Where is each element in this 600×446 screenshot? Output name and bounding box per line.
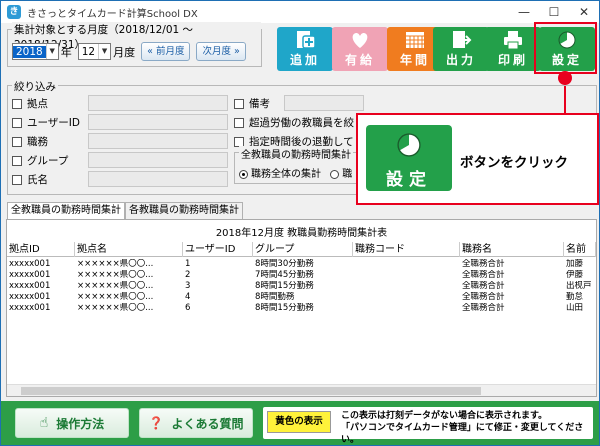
- filter-legend: 絞り込み: [12, 79, 58, 94]
- hand-pointer-icon: ☝: [39, 415, 49, 431]
- checkbox[interactable]: [12, 174, 22, 185]
- legend-note: この表示は打刻データがない場合に表示されます。 「パソコンでタイムカード管理」に…: [341, 411, 584, 445]
- filter-row-userid[interactable]: ユーザーID: [12, 115, 80, 130]
- period-group: 集計対象とする月度（2018/12/01 〜 2018/12/31） 2018 …: [7, 22, 262, 67]
- chevron-down-icon: ▼: [98, 44, 110, 59]
- table-row[interactable]: xxxxx001 ××××××県〇〇... 4 8時間勤務 全職務合計 勤怠: [7, 292, 596, 302]
- app-icon: き: [7, 5, 21, 19]
- checkbox[interactable]: [12, 136, 22, 147]
- table-header: 拠点ID 拠点名 ユーザーID グループ 職務コード 職務名 名前: [7, 242, 596, 257]
- filter-row-remarks[interactable]: 備考: [234, 96, 270, 111]
- column-header[interactable]: 拠点ID: [7, 242, 75, 257]
- table-row[interactable]: xxxxx001 ××××××県〇〇... 3 8時間15分勤務 全職務合計 出枧戸: [7, 281, 596, 291]
- filter-row-name[interactable]: 氏名: [12, 172, 48, 187]
- how-to-button[interactable]: ☝ 操作方法: [15, 408, 129, 438]
- filter-group-field[interactable]: [88, 152, 228, 168]
- add-button[interactable]: 追加: [277, 27, 333, 71]
- export-icon: [453, 31, 472, 48]
- callout-settings-button: 設定: [366, 125, 452, 191]
- month-unit: 月度: [113, 45, 136, 59]
- checkbox[interactable]: [234, 98, 244, 109]
- filter-row-base[interactable]: 拠点: [12, 96, 48, 111]
- filter-row-overtime[interactable]: 超過労働の教職員を絞: [234, 115, 354, 130]
- checkbox[interactable]: [12, 155, 22, 166]
- table-row[interactable]: xxxxx001 ××××××県〇〇... 2 7時間45分勤務 全職務合計 伊藤: [7, 270, 596, 280]
- scrollbar-thumb[interactable]: [21, 387, 481, 395]
- horizontal-scrollbar[interactable]: [7, 384, 596, 396]
- close-button[interactable]: ✕: [569, 1, 599, 23]
- column-header[interactable]: 職務コード: [353, 242, 460, 257]
- filter-remarks-field[interactable]: [284, 95, 364, 111]
- checkbox[interactable]: [234, 136, 244, 147]
- calendar-icon: [406, 32, 424, 48]
- tab-strip: 全教職員の勤務時間集計 各教職員の勤務時間集計: [7, 202, 243, 219]
- footer-bar: ☝ 操作方法 ❓ よくある質問 黄色の表示 この表示は打刻データがない場合に表示…: [1, 401, 599, 445]
- callout-dot: [558, 71, 572, 85]
- clock-icon: [397, 133, 421, 157]
- minimize-button[interactable]: —: [509, 1, 539, 23]
- callout-text: ボタンをクリック: [460, 155, 568, 171]
- title-bar: き きさっとタイムカード計算School DX — ☐ ✕: [1, 1, 599, 23]
- year-select[interactable]: 2018 ▼: [12, 43, 59, 60]
- aggregate-radio-group: 全教職員の勤務時間集計 職務全体の集計 職: [234, 146, 359, 184]
- chevron-down-icon: ▼: [45, 44, 58, 59]
- tab-each-staff[interactable]: 各教職員の勤務時間集計: [125, 202, 243, 219]
- yellow-legend-swatch: 黄色の表示: [267, 411, 331, 433]
- table-row[interactable]: xxxxx001 ××××××県〇〇... 1 8時間30分勤務 全職務合計 加藤: [7, 259, 596, 269]
- table-title: 2018年12月度 教職員勤務時間集計表: [215, 228, 388, 239]
- maximize-button[interactable]: ☐: [539, 1, 569, 23]
- paid-leave-button[interactable]: 有給: [332, 27, 388, 71]
- column-header[interactable]: グループ: [253, 242, 353, 257]
- radio-all-duties[interactable]: [239, 169, 248, 179]
- month-select[interactable]: 12 ▼: [77, 43, 112, 60]
- summary-table: 2018年12月度 教職員勤務時間集計表 拠点ID 拠点名 ユーザーID グルー…: [6, 219, 597, 397]
- filter-userid-field[interactable]: [88, 114, 228, 130]
- print-button[interactable]: 印刷: [485, 27, 541, 71]
- add-document-icon: [297, 31, 316, 49]
- filter-row-group[interactable]: グループ: [12, 153, 68, 168]
- settings-highlight: [534, 22, 597, 74]
- faq-icon: ❓: [148, 416, 164, 430]
- checkbox[interactable]: [234, 117, 244, 128]
- app-window: き きさっとタイムカード計算School DX — ☐ ✕ 集計対象とする月度（…: [0, 0, 600, 446]
- window-title: きさっとタイムカード計算School DX: [27, 8, 198, 20]
- tab-all-staff[interactable]: 全教職員の勤務時間集計: [7, 202, 125, 219]
- prev-month-button[interactable]: « 前月度: [141, 42, 191, 61]
- printer-icon: [504, 31, 522, 50]
- filter-duty-field[interactable]: [88, 133, 228, 149]
- column-header[interactable]: 名前: [564, 242, 596, 257]
- filter-base-field[interactable]: [88, 95, 228, 111]
- year-unit: 年: [60, 45, 72, 59]
- filter-name-field[interactable]: [88, 171, 228, 187]
- output-button[interactable]: 出力: [433, 27, 489, 71]
- column-header[interactable]: ユーザーID: [183, 242, 253, 257]
- checkbox[interactable]: [12, 117, 22, 128]
- radio-per-duty[interactable]: [330, 169, 340, 179]
- table-row[interactable]: xxxxx001 ××××××県〇〇... 6 8時間15分勤務 全職務合計 山田: [7, 303, 596, 313]
- instruction-callout: 設定 ボタンをクリック: [356, 113, 599, 205]
- filter-row-duty[interactable]: 職務: [12, 134, 48, 149]
- next-month-button[interactable]: 次月度 »: [196, 42, 246, 61]
- faq-button[interactable]: ❓ よくある質問: [139, 408, 253, 438]
- column-header[interactable]: 拠点名: [75, 242, 183, 257]
- column-header[interactable]: 職務名: [460, 242, 564, 257]
- checkbox[interactable]: [12, 98, 22, 109]
- heart-icon: [352, 33, 368, 48]
